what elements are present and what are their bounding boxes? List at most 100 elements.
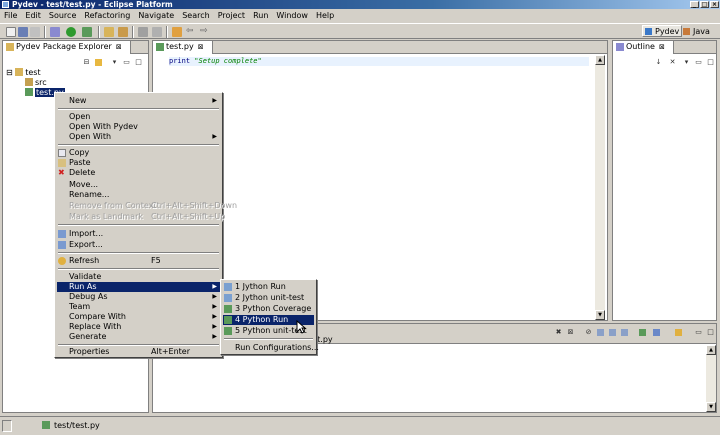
menu-item-jython-unit-test[interactable]: 2 Jython unit-test bbox=[223, 293, 314, 303]
tree-node-src[interactable]: src bbox=[25, 78, 47, 88]
console-scrollbar[interactable]: ▲ ▼ bbox=[706, 345, 716, 412]
tab-test-py[interactable]: test.py ⊠ bbox=[153, 41, 213, 54]
menu-item-copy[interactable]: Copy bbox=[57, 148, 220, 158]
menu-item-team[interactable]: Team ▶ bbox=[57, 302, 220, 312]
minimize-view-icon[interactable]: ▭ bbox=[695, 59, 702, 66]
forward-arrow-icon[interactable]: ⇨ bbox=[200, 27, 210, 37]
menu-item-python-coverage[interactable]: 3 Python Coverage bbox=[223, 304, 314, 314]
tree-collapse-icon[interactable]: ⊟ bbox=[6, 68, 13, 77]
editor-scrollbar[interactable]: ▲ ▼ bbox=[595, 55, 605, 320]
tree-node-test[interactable]: ⊟ test bbox=[6, 68, 41, 78]
menu-navigate[interactable]: Navigate bbox=[134, 9, 178, 23]
open-folder-icon[interactable] bbox=[104, 27, 114, 37]
java-perspective-label: Java bbox=[693, 27, 710, 36]
menu-item-import[interactable]: Import... bbox=[57, 229, 220, 239]
minimize-view-icon[interactable]: ▭ bbox=[123, 59, 130, 66]
maximize-view-icon[interactable]: □ bbox=[707, 329, 714, 336]
java-perspective-button[interactable]: Java bbox=[680, 25, 713, 37]
maximize-view-icon[interactable]: □ bbox=[707, 59, 714, 66]
perspective-switcher: Pydev Java bbox=[630, 24, 720, 38]
menu-item-open-with[interactable]: Open With ▶ bbox=[57, 132, 220, 142]
editor-text-area[interactable]: print "Setup complete" bbox=[159, 55, 595, 315]
print-icon[interactable] bbox=[30, 27, 40, 37]
maximize-view-icon[interactable]: □ bbox=[135, 59, 142, 66]
menu-item-properties[interactable]: Properties Alt+Enter bbox=[57, 347, 220, 357]
minimize-view-icon[interactable]: ▭ bbox=[695, 329, 702, 336]
title-bar: Pydev - test/test.py - Eclipse Platform … bbox=[0, 0, 720, 9]
menu-item-jython-run[interactable]: 1 Jython Run bbox=[223, 282, 314, 292]
scroll-down-button[interactable]: ▼ bbox=[706, 402, 716, 412]
menu-window[interactable]: Window bbox=[272, 9, 312, 23]
close-tab-icon[interactable]: ⊠ bbox=[116, 43, 122, 51]
menu-item-debug-as[interactable]: Debug As ▶ bbox=[57, 292, 220, 302]
tab-package-explorer[interactable]: Pydev Package Explorer ⊠ bbox=[3, 41, 131, 54]
sort-icon[interactable]: ↓ bbox=[655, 59, 662, 66]
collapse-all-icon[interactable]: ⊟ bbox=[83, 59, 90, 66]
menu-item-rename[interactable]: Rename... bbox=[57, 190, 220, 200]
menu-search[interactable]: Search bbox=[178, 9, 213, 23]
show-console-icon[interactable] bbox=[621, 329, 628, 336]
menu-item-open-with-pydev[interactable]: Open With Pydev bbox=[57, 122, 220, 132]
word-wrap-icon[interactable] bbox=[609, 329, 616, 336]
clear-console-icon[interactable]: ⊘ bbox=[585, 329, 592, 336]
menu-item-move[interactable]: Move... bbox=[57, 180, 220, 190]
menu-item-delete[interactable]: ✖ Delete bbox=[57, 168, 220, 178]
menu-item-run-configurations[interactable]: Run Configurations... bbox=[223, 343, 319, 353]
menu-refactoring[interactable]: Refactoring bbox=[80, 9, 134, 23]
menu-project[interactable]: Project bbox=[214, 9, 249, 23]
search-icon[interactable] bbox=[138, 27, 148, 37]
external-tools-icon[interactable] bbox=[82, 27, 92, 37]
maximize-button[interactable]: □ bbox=[700, 1, 709, 8]
pin-console-icon[interactable] bbox=[639, 329, 646, 336]
explorer-view-toolbar: ⊟ ▾ ▭ □ bbox=[81, 56, 147, 66]
menu-file[interactable]: File bbox=[0, 9, 21, 23]
menu-item-run-as[interactable]: Run As ▶ bbox=[57, 282, 220, 292]
menu-item-new[interactable]: New ▶ bbox=[57, 96, 220, 106]
menu-item-validate[interactable]: Validate bbox=[57, 272, 220, 282]
menu-item-export[interactable]: Export... bbox=[57, 240, 220, 250]
menu-item-compare-with[interactable]: Compare With ▶ bbox=[57, 312, 220, 322]
minimize-button[interactable]: _ bbox=[690, 1, 699, 8]
terminate-icon[interactable]: ✖ bbox=[555, 329, 562, 336]
run-icon[interactable] bbox=[66, 27, 76, 37]
menu-help[interactable]: Help bbox=[312, 9, 338, 23]
new-file-icon[interactable] bbox=[6, 27, 16, 37]
scroll-up-button[interactable]: ▲ bbox=[595, 55, 605, 65]
annotation-icon[interactable] bbox=[152, 27, 162, 37]
hide-fields-icon[interactable]: ✕ bbox=[669, 59, 676, 66]
delete-icon: ✖ bbox=[58, 168, 65, 177]
close-button[interactable]: × bbox=[710, 1, 719, 8]
view-menu-icon[interactable]: ▾ bbox=[111, 59, 118, 66]
window-title: Pydev - test/test.py - Eclipse Platform bbox=[12, 0, 173, 9]
pydev-perspective-button[interactable]: Pydev bbox=[642, 25, 683, 37]
menu-run[interactable]: Run bbox=[249, 9, 272, 23]
pydev-perspective-icon bbox=[645, 28, 652, 35]
menu-item-generate[interactable]: Generate ▶ bbox=[57, 332, 220, 342]
view-menu-icon[interactable]: ▾ bbox=[683, 59, 690, 66]
display-console-icon[interactable] bbox=[653, 329, 660, 336]
menu-source[interactable]: Source bbox=[45, 9, 80, 23]
debug-icon[interactable] bbox=[50, 27, 60, 37]
menu-item-refresh[interactable]: Refresh F5 bbox=[57, 256, 220, 266]
scroll-up-button[interactable]: ▲ bbox=[706, 345, 716, 355]
menu-item-paste[interactable]: Paste bbox=[57, 158, 220, 168]
back-arrow-icon[interactable]: ⇦ bbox=[186, 27, 196, 37]
close-tab-icon[interactable]: ⊠ bbox=[198, 43, 204, 51]
shortcut-label: Ctrl+Alt+Shift+Down bbox=[151, 201, 238, 210]
open-console-icon[interactable] bbox=[675, 329, 682, 336]
tab-outline[interactable]: Outline ⊠ bbox=[613, 41, 674, 54]
menu-item-replace-with[interactable]: Replace With ▶ bbox=[57, 322, 220, 332]
submenu-arrow-icon: ▶ bbox=[212, 283, 217, 290]
scroll-lock-icon[interactable] bbox=[597, 329, 604, 336]
remove-launch-icon[interactable]: ⊠ bbox=[567, 329, 574, 336]
import-icon bbox=[58, 230, 66, 238]
close-tab-icon[interactable]: ⊠ bbox=[659, 43, 665, 51]
open-type-icon[interactable] bbox=[118, 27, 128, 37]
link-editor-icon[interactable] bbox=[95, 59, 102, 66]
save-icon[interactable] bbox=[18, 27, 28, 37]
menu-item-open[interactable]: Open bbox=[57, 112, 220, 122]
scroll-down-button[interactable]: ▼ bbox=[595, 310, 605, 320]
fast-view-icon[interactable] bbox=[2, 420, 12, 432]
menu-edit[interactable]: Edit bbox=[21, 9, 45, 23]
last-edit-icon[interactable] bbox=[172, 27, 182, 37]
